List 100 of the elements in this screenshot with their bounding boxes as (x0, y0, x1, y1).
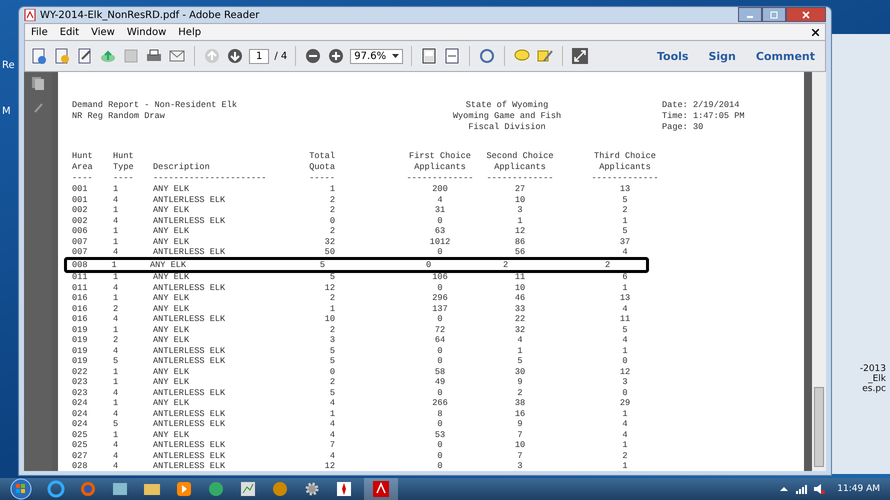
scrollbar-thumb[interactable] (814, 387, 824, 467)
table-cell-text: 2 (604, 260, 612, 270)
table-cell-text: 024 (72, 398, 88, 408)
document-icon[interactable] (53, 47, 71, 65)
table-cell-text: 0 (436, 419, 444, 430)
table-cell-text: 12 (618, 366, 632, 377)
table-cell-text: 023 (72, 388, 88, 398)
page-number-field[interactable]: 1 (249, 48, 270, 64)
table-cell-text: 38 (514, 398, 526, 408)
table-cell-text: ANTLERLESS ELK (153, 216, 226, 226)
table-cell-text: 1 (328, 304, 335, 314)
column-header: Third Choice (594, 151, 656, 162)
file-label: -2013 (860, 364, 886, 374)
table-cell-text: 1 (113, 377, 120, 388)
table-cell-text: 1 (113, 398, 120, 408)
table-cell-text: ANTLERLESS ELK (153, 461, 226, 471)
table-cell-text: 2 (621, 205, 629, 216)
table-cell-text: 86 (514, 236, 526, 247)
desktop-icon-label[interactable]: Re (2, 60, 15, 71)
table-cell-text: ANY ELK (153, 272, 190, 282)
table-cell-text: 1 (621, 346, 629, 356)
table-cell-text: 022 (72, 366, 88, 377)
table-cell-text: 4 (113, 282, 120, 293)
table-cell-text: 2 (328, 377, 335, 388)
document-icon[interactable] (30, 47, 48, 65)
table-cell-text: 0 (436, 388, 444, 398)
table-cell-text: 5 (621, 194, 629, 205)
table-cell-text: ANY ELK (153, 335, 190, 346)
table-cell-text: 5 (621, 324, 629, 335)
column-header: Hunt (72, 151, 94, 162)
close-button[interactable] (786, 7, 826, 22)
pdf-icon[interactable] (364, 478, 398, 500)
menu-item[interactable]: File (31, 26, 48, 38)
table-cell-text: 0 (436, 314, 444, 324)
table-cell-text: ANTLERLESS ELK (153, 356, 226, 366)
table-cell-text: 64 (434, 335, 446, 346)
expand-icon[interactable] (571, 47, 590, 65)
table-cell-text: 4 (113, 194, 120, 205)
desktop-icon-label[interactable]: M (2, 106, 15, 117)
table-cell-text: 4 (328, 450, 335, 461)
table-cell-text: 0 (436, 450, 444, 461)
zoom-dropdown[interactable]: 97.6% (350, 48, 404, 64)
menu-item[interactable]: View (91, 26, 115, 38)
table-cell-text: 72 (434, 324, 446, 335)
table-cell-text: 0 (328, 216, 335, 226)
table-cell-text: 106 (431, 272, 449, 282)
network-icon[interactable] (795, 483, 808, 495)
table-cell-text: ANY ELK (153, 430, 190, 440)
table-cell-text: 1 (621, 461, 629, 471)
table-cell-text: 1 (328, 184, 335, 194)
rotate-icon[interactable] (478, 47, 496, 65)
toolbar-link[interactable]: Tools (657, 50, 688, 62)
table-cell-text: 011 (72, 282, 88, 293)
table-cell-text: ANTLERLESS ELK (153, 408, 226, 419)
arrow-up-icon[interactable] (779, 484, 790, 494)
table-cell-text: 002 (72, 205, 88, 216)
zoom-in-icon[interactable] (327, 47, 346, 65)
fit-page-icon[interactable] (420, 47, 438, 65)
file-label: es.pc (862, 384, 886, 394)
table-cell-text: 008 (72, 260, 88, 270)
fit-width-icon[interactable] (443, 47, 462, 65)
table-cell-text: 2 (328, 194, 335, 205)
close-icon[interactable] (812, 28, 819, 36)
table-cell-text: 5 (328, 388, 335, 398)
report-heading: Wyoming Game and Fish (452, 111, 562, 122)
table-cell-text: 016 (72, 304, 88, 314)
table-cell-text: 4 (113, 461, 120, 471)
table-cell-text: 49 (434, 377, 446, 388)
column-header: Second Choice (486, 151, 554, 162)
table-cell-text: 4 (113, 216, 120, 226)
table-cell-text: 0 (436, 346, 444, 356)
table-cell-text: 0 (436, 247, 444, 258)
maximize-button[interactable] (762, 7, 786, 22)
table-cell-text: 4 (621, 247, 629, 258)
minimize-button[interactable] (738, 7, 762, 22)
toolbar-link[interactable]: Sign (708, 50, 736, 62)
file-label: _Elk (868, 374, 886, 384)
menu-item[interactable]: Window (126, 26, 166, 38)
table-cell-text: 001 (72, 194, 88, 205)
zoom-out-icon[interactable] (304, 47, 322, 65)
scrollbar[interactable] (812, 72, 826, 471)
toolbar-link[interactable]: Comment (756, 50, 815, 62)
table-cell-text: ANTLERLESS ELK (153, 247, 226, 258)
pages-icon[interactable] (31, 76, 45, 90)
table-cell-text: 1 (113, 366, 120, 377)
menu-item[interactable]: Help (178, 26, 202, 38)
column-header: First Choice (409, 151, 471, 162)
table-cell-text: 37 (618, 236, 632, 247)
table-cell-text: 12 (324, 461, 335, 471)
table-cell-text: 4 (621, 419, 629, 430)
table-cell-text: 1 (621, 440, 629, 450)
report-info: Page: 30 (662, 122, 704, 133)
table-cell-text: 3 (328, 335, 335, 346)
table-cell-text: 1 (516, 216, 524, 226)
table-cell-text: ANTLERLESS ELK (153, 346, 226, 356)
table-cell-text: 027 (72, 450, 88, 461)
table-cell-text: 22 (514, 314, 526, 324)
menu-item[interactable]: Edit (60, 26, 80, 38)
speaker-icon[interactable] (813, 483, 826, 495)
table-cell-text: 50 (324, 247, 335, 258)
